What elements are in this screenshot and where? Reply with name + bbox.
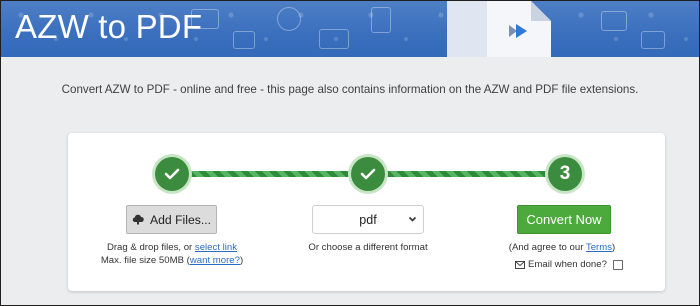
document-illustration: [447, 1, 551, 57]
terms-link[interactable]: Terms: [586, 242, 612, 253]
convert-arrow-icon: [509, 24, 527, 38]
checkmark-icon: [360, 168, 376, 180]
page: AZW to PDF Convert AZW to PDF - online a…: [0, 0, 700, 306]
banner-deco-icon: [233, 31, 255, 49]
convert-now-button[interactable]: Convert Now: [517, 205, 611, 234]
add-files-button[interactable]: Add Files...: [126, 205, 217, 234]
email-checkbox[interactable]: [612, 259, 623, 270]
format-selected-value: pdf: [359, 212, 377, 227]
agree-text: (And agree to our: [508, 242, 586, 253]
select-link[interactable]: select link: [195, 242, 237, 253]
step-3-current: 3: [548, 157, 582, 191]
page-title: AZW to PDF: [15, 8, 203, 45]
step-1-complete: [155, 157, 189, 191]
add-files-label: Add Files...: [150, 212, 211, 227]
converter-card: 3 Add Files... Drag & drop files, or sel…: [68, 133, 665, 291]
terms-note: (And agree to our Terms): [492, 241, 632, 254]
format-hint: Or choose a different format: [308, 242, 428, 253]
step-2-complete: [351, 157, 385, 191]
cloud-upload-icon: [132, 214, 144, 225]
chevron-down-icon: [408, 216, 417, 222]
banner-deco-icon: [371, 7, 391, 33]
banner-deco-icon: [319, 29, 349, 49]
want-more-link[interactable]: want more?: [190, 255, 240, 266]
email-label: Email when done?: [528, 259, 607, 270]
upload-hint: Drag & drop files, or select link Max. f…: [88, 241, 256, 267]
email-when-done-row: Email when done?: [515, 259, 623, 270]
banner-deco-icon: [641, 31, 665, 49]
envelope-icon: [515, 260, 525, 269]
banner-deco-icon: [601, 11, 627, 31]
agree-close: ): [612, 242, 616, 253]
convert-now-label: Convert Now: [526, 212, 602, 227]
header-banner: AZW to PDF: [1, 1, 699, 57]
max-size-close: ): [239, 255, 244, 266]
banner-deco-icon: [277, 7, 301, 31]
format-select[interactable]: pdf: [312, 205, 424, 234]
intro-text: Convert AZW to PDF - online and free - t…: [61, 83, 639, 96]
checkmark-icon: [164, 168, 180, 180]
drag-drop-text: Drag & drop files, or: [106, 242, 195, 253]
step-number: 3: [559, 163, 571, 184]
max-size-text: Max. file size 50MB (: [100, 255, 190, 266]
